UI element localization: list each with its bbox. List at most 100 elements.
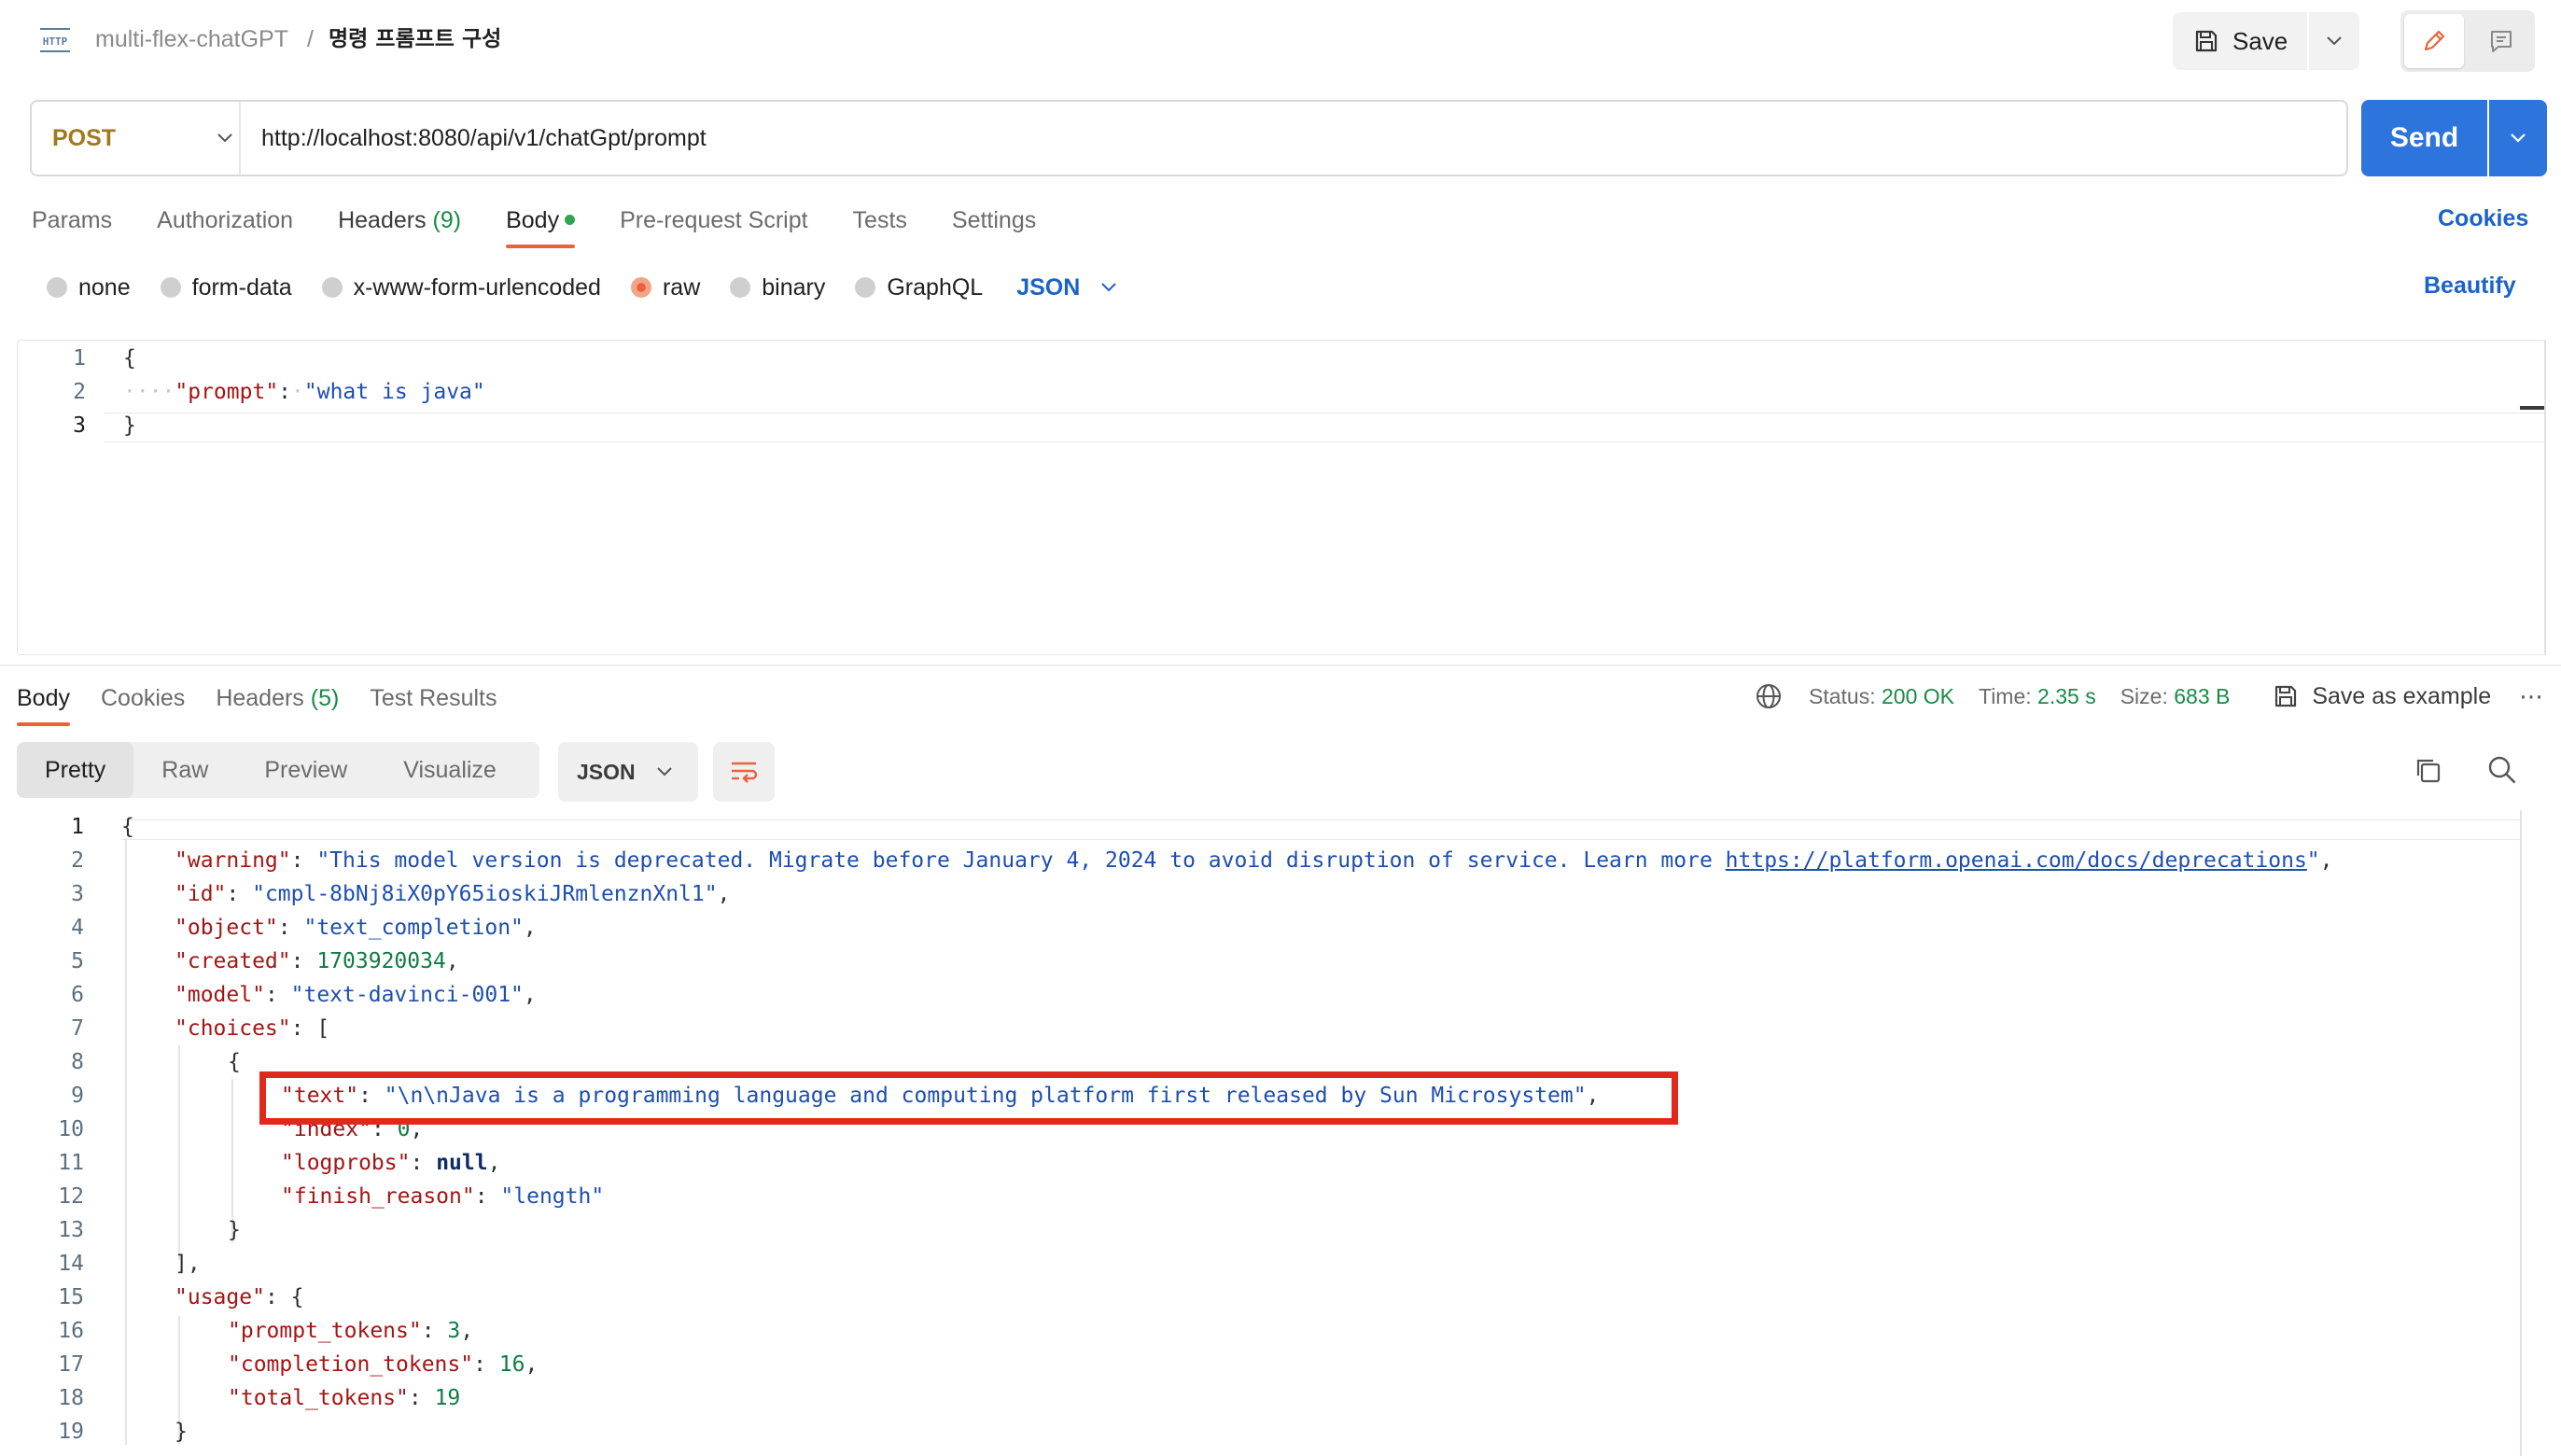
- method-select[interactable]: POST: [52, 102, 116, 175]
- wrap-lines-button[interactable]: [713, 742, 775, 802]
- breadcrumb-collection[interactable]: multi-flex-chatGPT: [95, 24, 288, 54]
- view-visualize[interactable]: Visualize: [375, 742, 525, 798]
- globe-icon[interactable]: [1755, 682, 1783, 710]
- radio-button[interactable]: [321, 277, 343, 298]
- pencil-icon: [2424, 30, 2445, 51]
- divider: [239, 102, 241, 175]
- tab-params[interactable]: Params: [32, 202, 112, 248]
- code-token: :: [410, 1151, 437, 1175]
- comments-button[interactable]: [2471, 14, 2531, 68]
- radio-form-data[interactable]: form-data: [160, 274, 292, 301]
- indent-guide: [125, 838, 127, 1445]
- code-line: ····"prompt":·"what is java": [123, 375, 485, 409]
- send-button[interactable]: Send: [2361, 100, 2487, 176]
- copy-icon[interactable]: [2412, 754, 2443, 786]
- view-raw[interactable]: Raw: [133, 742, 236, 798]
- comment-icon: [2491, 31, 2512, 52]
- method-label: POST: [52, 124, 117, 151]
- code-token: "total_tokens": [228, 1386, 409, 1410]
- line-number: 4: [71, 916, 84, 940]
- code-line: {: [228, 1045, 241, 1079]
- tab-authorization[interactable]: Authorization: [157, 202, 293, 248]
- save-as-example-button[interactable]: Save as example: [2273, 683, 2491, 710]
- code-line: "prompt_tokens": 3,: [228, 1314, 473, 1348]
- size-indicator[interactable]: Size: 683 B: [2120, 684, 2231, 709]
- code-token: }: [123, 413, 136, 438]
- body-format-label: JSON: [1016, 273, 1081, 301]
- editor-scrollbar[interactable]: [2544, 340, 2546, 655]
- code-token: ,: [525, 1352, 539, 1377]
- tab-headers[interactable]: Headers (9): [338, 202, 461, 248]
- body-type-options: none form-data x-www-form-urlencoded raw…: [47, 272, 1117, 303]
- chevron-down-icon[interactable]: [215, 127, 235, 147]
- code-token: "text-davinci-001": [290, 983, 524, 1007]
- radio-none[interactable]: none: [47, 274, 131, 301]
- status-value: 200 OK: [1882, 683, 1954, 708]
- time-indicator[interactable]: Time: 2.35 s: [1979, 684, 2096, 709]
- response-format-select[interactable]: JSON: [558, 742, 698, 802]
- wrap-lines-icon: [732, 762, 758, 783]
- code-token: {: [121, 815, 134, 839]
- radio-graphql[interactable]: GraphQL: [855, 274, 983, 301]
- view-preview[interactable]: Preview: [236, 742, 375, 798]
- tab-prerequest-script[interactable]: Pre-request Script: [620, 202, 807, 248]
- tab-test-results[interactable]: Test Results: [370, 679, 497, 726]
- tab-settings[interactable]: Settings: [952, 202, 1036, 248]
- radio-label: x-www-form-urlencoded: [353, 273, 601, 301]
- code-token: : [: [290, 1016, 330, 1041]
- radio-binary[interactable]: binary: [730, 274, 825, 301]
- line-number: 1: [73, 346, 86, 371]
- edit-mode-button[interactable]: [2404, 14, 2464, 68]
- code-token: 3: [447, 1319, 461, 1343]
- search-icon[interactable]: [2486, 754, 2518, 786]
- code-token: :: [290, 848, 317, 873]
- more-options-icon[interactable]: ⋯: [2519, 682, 2544, 711]
- code-token: ,: [717, 882, 731, 906]
- request-name[interactable]: 명령 프롬프트 구성: [329, 24, 501, 54]
- code-token: "cmpl-8bNj8iX0pY65ioskiJRmlenznXnl1": [252, 882, 718, 906]
- send-options-button[interactable]: [2489, 100, 2547, 176]
- code-line: }: [123, 409, 136, 442]
- tab-response-body[interactable]: Body: [17, 679, 70, 726]
- code-token: "prompt_tokens": [228, 1319, 422, 1343]
- save-options-button[interactable]: [2309, 12, 2359, 70]
- save-as-example-label: Save as example: [2312, 682, 2492, 709]
- request-tabs: Params Authorization Headers (9) Body Pr…: [32, 202, 1036, 248]
- deprecations-link[interactable]: https://platform.openai.com/docs/depreca…: [1726, 848, 2307, 873]
- tab-response-headers-label: Headers: [216, 685, 304, 711]
- beautify-link[interactable]: Beautify: [2424, 273, 2516, 300]
- radio-button[interactable]: [730, 277, 751, 298]
- chevron-down-icon: [2511, 133, 2526, 143]
- tab-response-headers[interactable]: Headers (5): [216, 679, 339, 726]
- breadcrumb-separator: /: [307, 26, 314, 52]
- radio-raw[interactable]: raw: [630, 273, 701, 301]
- response-stats: Status: 200 OK Time: 2.35 s Size: 683 B …: [1755, 679, 2544, 713]
- code-token: ,: [445, 949, 459, 973]
- radio-label: binary: [762, 273, 826, 301]
- radio-button[interactable]: [160, 277, 181, 298]
- radio-button[interactable]: [47, 277, 67, 298]
- view-pretty[interactable]: Pretty: [17, 742, 134, 798]
- tab-body[interactable]: Body: [506, 202, 576, 248]
- radio-button-selected[interactable]: [630, 277, 651, 298]
- status-indicator[interactable]: Status: 200 OK: [1809, 684, 1954, 709]
- whitespace-dots: ·: [291, 380, 304, 404]
- code-line: "id": "cmpl-8bNj8iX0pY65ioskiJRmlenznXnl…: [175, 877, 730, 911]
- radio-label: raw: [662, 273, 701, 301]
- radio-button[interactable]: [855, 277, 876, 298]
- radio-urlencoded[interactable]: x-www-form-urlencoded: [321, 273, 601, 301]
- code-token: 16: [498, 1352, 525, 1377]
- tab-tests[interactable]: Tests: [853, 202, 907, 248]
- save-button[interactable]: Save: [2173, 12, 2307, 70]
- cookies-link[interactable]: Cookies: [2438, 205, 2528, 232]
- url-input[interactable]: http://localhost:8080/api/v1/chatGpt/pro…: [261, 102, 707, 175]
- response-headers-count: (5): [310, 685, 340, 711]
- body-format-select[interactable]: JSON: [1016, 274, 1117, 301]
- code-token: "warning": [175, 848, 291, 873]
- save-icon: [2195, 30, 2218, 52]
- response-scrollbar[interactable]: [2520, 810, 2522, 1456]
- response-tabs: Body Cookies Headers (5) Test Results: [17, 679, 497, 728]
- tab-response-cookies[interactable]: Cookies: [101, 679, 185, 726]
- code-token: null: [436, 1151, 488, 1175]
- code-line: "warning": "This model version is deprec…: [175, 844, 2333, 877]
